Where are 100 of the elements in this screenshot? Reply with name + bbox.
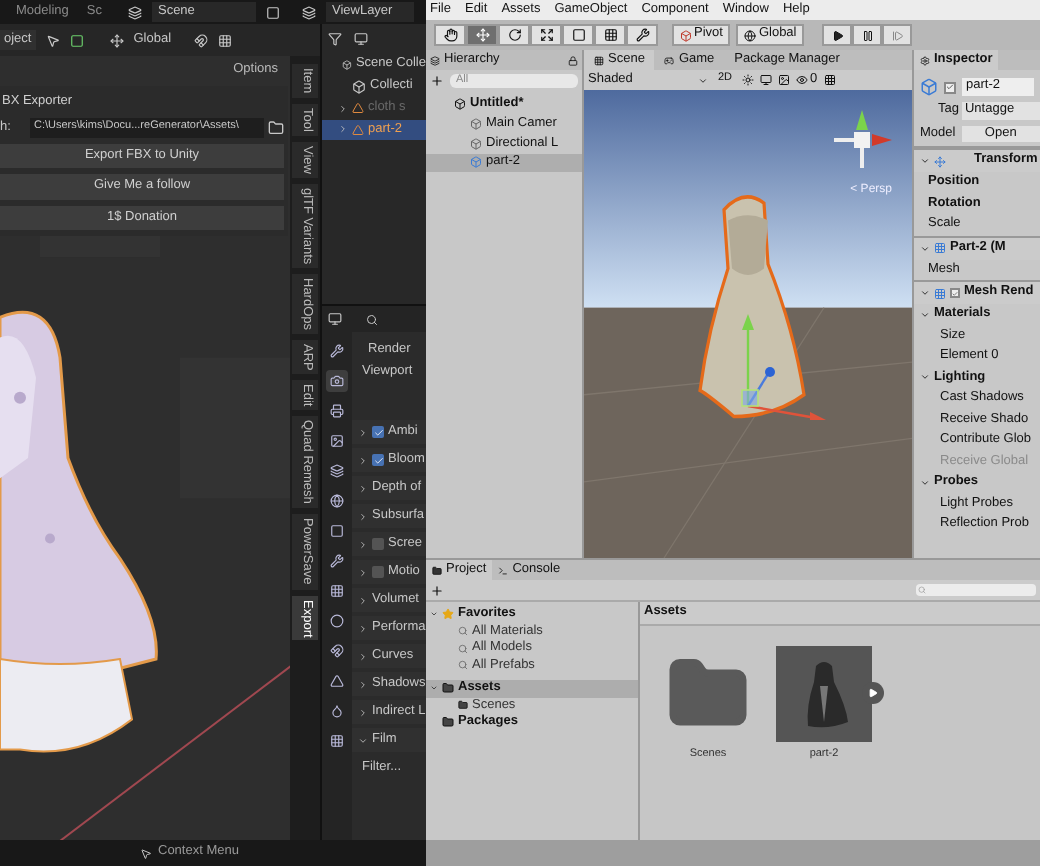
monitor-icon[interactable] xyxy=(760,74,773,86)
chevron-right-icon[interactable] xyxy=(358,539,368,549)
pause-button[interactable] xyxy=(852,24,883,46)
properties-tab[interactable] xyxy=(326,550,348,572)
tool-button[interactable] xyxy=(562,24,594,46)
properties-tab[interactable] xyxy=(326,640,348,662)
lock-icon[interactable] xyxy=(568,55,578,65)
checkbox[interactable] xyxy=(950,288,960,298)
grid-icon[interactable] xyxy=(823,74,836,86)
chevron-down-icon[interactable] xyxy=(920,477,930,488)
properties-tab[interactable] xyxy=(326,700,348,722)
layers-icon xyxy=(330,464,344,478)
circle-icon xyxy=(330,614,344,628)
gamepad-icon xyxy=(664,55,675,65)
add-icon[interactable] xyxy=(430,583,444,597)
chevron-right-icon[interactable] xyxy=(358,567,368,577)
tool-button[interactable] xyxy=(434,24,466,46)
properties-tab[interactable] xyxy=(326,460,348,482)
tool-button[interactable] xyxy=(594,24,626,46)
image-icon xyxy=(330,434,344,448)
axis-gizmo-icon[interactable] xyxy=(828,106,896,174)
chevron-right-icon[interactable] xyxy=(358,679,368,689)
chevron-down-icon[interactable] xyxy=(920,288,930,298)
folder-icon xyxy=(442,716,454,729)
folder-icon xyxy=(458,700,468,711)
add-icon[interactable] xyxy=(430,73,444,87)
triangle-icon xyxy=(330,674,344,688)
chevron-right-icon[interactable] xyxy=(358,483,368,493)
box-icon xyxy=(454,98,466,111)
properties-tab[interactable] xyxy=(326,580,348,602)
checkbox[interactable] xyxy=(372,566,384,578)
tool-button[interactable] xyxy=(530,24,562,46)
project-search-field[interactable] xyxy=(916,584,1036,596)
chevron-down-icon[interactable] xyxy=(920,156,930,166)
grid-icon xyxy=(934,242,946,254)
layers-icon xyxy=(301,5,316,19)
grid-icon xyxy=(934,287,946,299)
box-icon xyxy=(470,156,482,169)
move-icon xyxy=(109,33,124,47)
box-icon xyxy=(352,80,366,94)
grid-icon xyxy=(330,584,344,598)
chevron-right-icon[interactable] xyxy=(358,511,368,521)
folder-icon[interactable] xyxy=(268,119,284,136)
properties-tab[interactable] xyxy=(326,610,348,632)
check-icon xyxy=(946,82,954,92)
properties-tab[interactable] xyxy=(326,370,348,392)
filter-icon[interactable] xyxy=(328,32,342,46)
properties-tab[interactable] xyxy=(326,520,348,542)
wrench-icon xyxy=(330,344,344,358)
search-icon xyxy=(918,586,926,594)
properties-tab[interactable] xyxy=(326,670,348,692)
chevron-right-icon[interactable] xyxy=(358,455,368,465)
star-icon xyxy=(442,608,454,621)
properties-tab[interactable] xyxy=(326,400,348,422)
tool-button[interactable] xyxy=(626,24,658,46)
box-icon xyxy=(680,29,692,41)
custom-tool-icon xyxy=(635,28,649,42)
search-icon[interactable] xyxy=(366,313,378,325)
chevron-down-icon[interactable] xyxy=(920,243,930,253)
folder-icon xyxy=(442,682,454,695)
pointer-icon[interactable] xyxy=(45,33,60,47)
globe-icon xyxy=(330,494,344,508)
hand-tool-icon xyxy=(443,28,457,42)
eye-icon xyxy=(796,74,809,86)
play-icon xyxy=(831,29,844,41)
active-checkbox[interactable] xyxy=(944,81,956,93)
properties-tab[interactable] xyxy=(326,430,348,452)
printer-icon xyxy=(330,404,344,418)
chevron-right-icon[interactable] xyxy=(358,427,368,437)
play-button[interactable] xyxy=(822,24,853,46)
gear-icon xyxy=(920,55,930,65)
box-icon xyxy=(342,58,352,72)
wrench-icon xyxy=(330,554,344,568)
sun-icon[interactable] xyxy=(742,74,755,86)
properties-tab[interactable] xyxy=(326,730,348,752)
chevron-right-icon[interactable] xyxy=(358,651,368,661)
check-icon xyxy=(952,289,958,297)
grid-icon xyxy=(594,55,604,65)
box-icon xyxy=(470,118,482,131)
checkbox[interactable] xyxy=(372,538,384,550)
grid-icon xyxy=(330,734,344,748)
globe-icon xyxy=(744,29,757,41)
chevron-right-icon[interactable] xyxy=(358,707,368,717)
tool-button[interactable] xyxy=(498,24,530,46)
square-icon[interactable] xyxy=(265,5,280,19)
terminal-icon xyxy=(498,565,509,575)
scale-tool-icon xyxy=(539,28,553,42)
rotate-tool-icon xyxy=(507,28,521,42)
search-icon xyxy=(458,660,468,671)
image-icon[interactable] xyxy=(778,74,791,86)
chevron-down-icon[interactable] xyxy=(920,372,930,383)
chevron-right-icon[interactable] xyxy=(358,623,368,633)
chevron-right-icon[interactable] xyxy=(358,595,368,605)
layers-icon xyxy=(127,5,142,19)
magnet-icon xyxy=(330,644,344,658)
snap-icon[interactable] xyxy=(193,33,208,47)
box-icon xyxy=(920,78,938,96)
select-box-icon[interactable] xyxy=(69,33,84,47)
properties-tab[interactable] xyxy=(326,490,348,512)
properties-tab[interactable] xyxy=(326,340,348,362)
